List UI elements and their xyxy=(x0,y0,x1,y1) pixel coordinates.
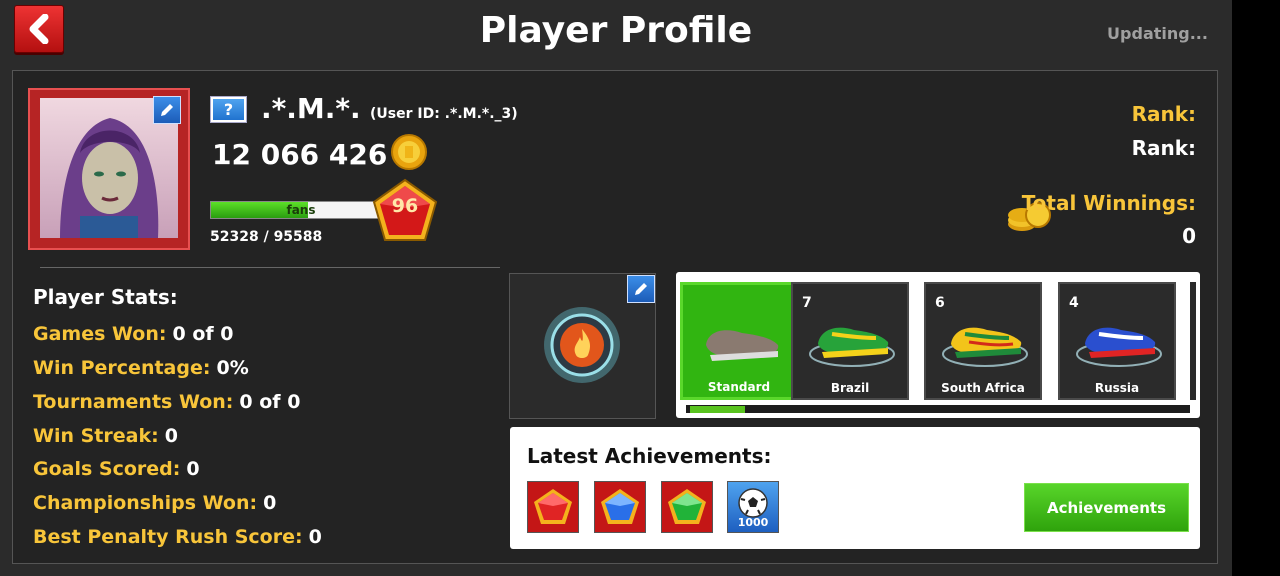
cleat-card-south-africa[interactable]: 6 South Africa xyxy=(924,282,1042,400)
pencil-icon xyxy=(161,104,173,116)
fans-progress-text: 52328 / 95588 xyxy=(210,229,323,245)
screen-edge xyxy=(1232,0,1280,576)
coin-balance: 12 066 426 xyxy=(212,138,388,171)
rank-label: Rank: xyxy=(1131,102,1196,126)
rank-label-secondary: Rank: xyxy=(1131,136,1196,160)
country-flag: ? xyxy=(210,96,247,123)
cleat-name: South Africa xyxy=(941,381,1025,395)
stat-label: Goals Scored: xyxy=(33,458,181,480)
red-gem-icon xyxy=(534,489,572,524)
stat-goals-scored: Goals Scored: 0 xyxy=(33,458,200,480)
achievements-button[interactable]: Achievements xyxy=(1024,483,1189,532)
level-number: 96 xyxy=(391,195,419,217)
cleat-card-partial xyxy=(1190,282,1196,400)
stat-tournaments-won: Tournaments Won: 0 of 0 xyxy=(33,391,300,413)
user-id: (User ID: .*.M.*._3) xyxy=(370,106,518,122)
stat-label: Games Won: xyxy=(33,323,167,345)
stat-value: 0 xyxy=(164,425,178,447)
edit-avatar-button[interactable] xyxy=(153,96,181,124)
stat-win-streak: Win Streak: 0 xyxy=(33,425,178,447)
stat-value: 0 xyxy=(186,458,200,480)
stat-value: 0 xyxy=(263,492,277,514)
achievement-blue-gem[interactable] xyxy=(594,481,646,533)
achievement-red-gem[interactable] xyxy=(527,481,579,533)
achievement-soccer-ball[interactable]: 1000 xyxy=(727,481,779,533)
unknown-flag-icon: ? xyxy=(213,99,244,120)
latest-achievements-title: Latest Achievements: xyxy=(527,444,772,468)
fans-label: fans xyxy=(286,203,316,217)
standard-boot-icon xyxy=(706,330,779,361)
cleats-scrollbar[interactable] xyxy=(686,405,1190,413)
stat-label: Best Penalty Rush Score: xyxy=(33,526,303,548)
fans-progress-bar: fans xyxy=(210,201,390,219)
achievement-green-gem[interactable] xyxy=(661,481,713,533)
stat-value: 0 of 0 xyxy=(239,391,301,413)
update-status: Updating... xyxy=(1107,24,1208,43)
stat-value: 0 xyxy=(308,526,322,548)
brazil-boot-icon xyxy=(809,327,895,367)
stat-value: 0 of 0 xyxy=(172,323,234,345)
divider xyxy=(40,267,500,268)
blue-gem-icon xyxy=(601,489,639,524)
stat-championships-won: Championships Won: 0 xyxy=(33,492,276,514)
cleat-name: Brazil xyxy=(830,381,870,395)
player-profile-screen: Player Profile Updating... ? .*.M.*. (Us… xyxy=(0,0,1232,576)
total-winnings-label: Total Winnings: xyxy=(1021,191,1196,215)
player-stats-title: Player Stats: xyxy=(33,285,178,309)
cleat-name: Standard xyxy=(707,380,771,394)
russia-boot-icon xyxy=(1076,327,1162,367)
stat-games-won: Games Won: 0 of 0 xyxy=(33,323,233,345)
soccer-ball-icon xyxy=(738,487,768,518)
total-winnings-value: 0 xyxy=(1182,224,1196,248)
south-africa-boot-icon xyxy=(942,327,1028,367)
cleat-card-brazil[interactable]: 7 Brazil xyxy=(791,282,909,400)
stat-value: 0% xyxy=(216,357,249,379)
stat-best-penalty-rush-score: Best Penalty Rush Score: 0 xyxy=(33,526,322,548)
cleat-name: Russia xyxy=(1094,381,1140,395)
fire-power-icon xyxy=(544,307,620,383)
username: .*.M.*. xyxy=(261,92,361,125)
stat-label: Win Streak: xyxy=(33,425,159,447)
cleat-card-standard[interactable]: Standard xyxy=(680,282,798,400)
coin-icon xyxy=(391,134,427,170)
page-title: Player Profile xyxy=(479,10,753,51)
edit-item-button[interactable] xyxy=(627,275,655,303)
cleat-card-russia[interactable]: 4 Russia xyxy=(1058,282,1176,400)
cleats-scrollbar-thumb[interactable] xyxy=(690,406,745,413)
stat-label: Win Percentage: xyxy=(33,357,211,379)
stat-label: Tournaments Won: xyxy=(33,391,234,413)
pencil-icon xyxy=(635,283,647,295)
achievement-badge-count: 1000 xyxy=(737,515,769,529)
green-gem-icon xyxy=(668,489,706,524)
stat-win-percentage: Win Percentage: 0% xyxy=(33,357,249,379)
stat-label: Championships Won: xyxy=(33,492,258,514)
